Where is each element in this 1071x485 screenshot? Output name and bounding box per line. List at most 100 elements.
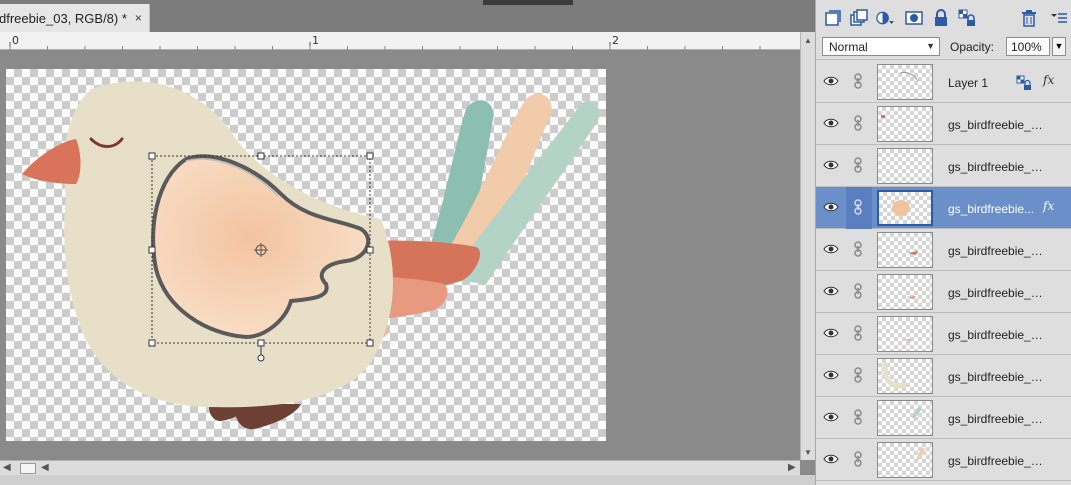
visibility-eye-icon[interactable] — [823, 369, 839, 381]
layer-thumbnail-art — [906, 296, 916, 299]
photo-editor-window: dfreebie_03, RGB/8) * × 0 1 2 ▲ ▼ ◀ ◀ ▶ … — [0, 0, 1071, 485]
adjustment-layer-icon[interactable] — [876, 9, 894, 27]
link-layer-icon[interactable] — [852, 409, 864, 425]
document-tab[interactable]: dfreebie_03, RGB/8) * × — [0, 4, 150, 32]
scroll-thumb[interactable] — [20, 463, 36, 474]
layer-thumbnail[interactable] — [877, 64, 933, 100]
link-layer-icon[interactable] — [852, 157, 864, 173]
layer-name[interactable]: gs_birdfreebie_08 — [948, 412, 1044, 426]
layer-name[interactable]: gs_birdfreebie_09 — [948, 454, 1044, 468]
link-layer-icon[interactable] — [852, 199, 864, 215]
link-layer-icon[interactable] — [852, 451, 864, 467]
layer-name[interactable]: gs_birdfreebie... — [948, 202, 1044, 216]
delete-layer-icon[interactable] — [1020, 9, 1038, 27]
opacity-label: Opacity: — [950, 40, 995, 54]
layer-name[interactable]: gs_birdfreebie_01 — [948, 118, 1044, 132]
layer-thumbnail-art — [908, 251, 918, 255]
new-group-icon[interactable] — [850, 9, 868, 27]
blend-mode-select[interactable]: Normal ▼ — [822, 37, 940, 56]
layer-thumbnail[interactable] — [877, 274, 933, 310]
layer-row[interactable]: gs_birdfreebie_01 — [816, 103, 1071, 145]
panel-menu-icon[interactable] — [1050, 9, 1068, 27]
link-layer-icon[interactable] — [852, 73, 864, 89]
lock-transparency-icon[interactable] — [958, 9, 976, 27]
close-tab-icon[interactable]: × — [135, 11, 142, 25]
layer-thumbnail-art — [899, 72, 919, 82]
scroll-right-icon[interactable]: ▶ — [788, 462, 796, 473]
ruler-label-2: 2 — [612, 34, 619, 47]
layer-thumbnail[interactable] — [877, 316, 933, 352]
link-layer-icon[interactable] — [852, 115, 864, 131]
link-layer-icon[interactable] — [852, 325, 864, 341]
document-image[interactable] — [6, 69, 606, 441]
layer-thumbnail[interactable] — [877, 232, 933, 268]
ruler-label-0: 0 — [12, 34, 19, 47]
layer-effects-icon[interactable]: fx — [1043, 73, 1054, 87]
scroll-down-icon[interactable]: ▼ — [804, 448, 812, 457]
lock-all-icon[interactable] — [932, 9, 950, 27]
layer-row[interactable]: gs_birdfreebie_05 — [816, 271, 1071, 313]
scroll-up-icon[interactable]: ▲ — [804, 36, 812, 45]
horizontal-scrollbar[interactable]: ◀ ◀ ▶ — [0, 460, 800, 475]
layer-thumbnail[interactable] — [877, 358, 933, 394]
layer-thumbnail[interactable] — [877, 106, 933, 142]
ruler-label-1: 1 — [312, 34, 319, 47]
link-layer-icon[interactable] — [852, 367, 864, 383]
layer-name[interactable]: gs_birdfreebie_02 — [948, 160, 1044, 174]
lock-transparency-badge-icon — [1016, 75, 1031, 90]
layer-name[interactable]: gs_birdfreebie_06 — [948, 328, 1044, 342]
new-layer-icon[interactable] — [824, 9, 842, 27]
layer-thumbnail-art — [892, 200, 910, 216]
layer-row[interactable]: gs_birdfreebie_06 — [816, 313, 1071, 355]
chevron-down-icon: ▼ — [926, 41, 935, 51]
visibility-eye-icon[interactable] — [823, 201, 839, 213]
layer-thumbnail-art — [912, 407, 922, 419]
layer-list: Layer 1 fx gs_birdfreebie_01 gs_birdfreebie… — [816, 61, 1071, 485]
layer-thumbnail[interactable] — [877, 148, 933, 184]
bird-foot-right — [235, 404, 301, 430]
layers-panel: Normal ▼ Opacity: 100% ▼ Layer 1 fx gs_bir… — [815, 0, 1071, 485]
link-layer-icon[interactable] — [852, 241, 864, 257]
link-layer-icon[interactable] — [852, 283, 864, 299]
visibility-eye-icon[interactable] — [823, 75, 839, 87]
visibility-eye-icon[interactable] — [823, 411, 839, 423]
vertical-scrollbar[interactable]: ▲ ▼ — [800, 32, 815, 460]
bird-artwork[interactable] — [6, 69, 606, 441]
opacity-input[interactable]: 100% — [1006, 37, 1050, 56]
layer-thumbnail[interactable] — [877, 400, 933, 436]
tab-bar-strip — [483, 0, 573, 5]
bird-beak — [22, 139, 81, 184]
scroll-left-icon[interactable]: ◀ — [3, 462, 11, 473]
ruler-ticks — [9, 42, 761, 50]
layer-thumbnail-art — [916, 447, 925, 461]
layer-name[interactable]: gs_birdfreebie_05 — [948, 286, 1044, 300]
layer-row[interactable]: gs_birdfreebie_02 — [816, 145, 1071, 187]
document-tab-title: dfreebie_03, RGB/8) * — [0, 10, 127, 26]
visibility-eye-icon[interactable] — [823, 117, 839, 129]
visibility-eye-icon[interactable] — [823, 327, 839, 339]
status-bar — [0, 475, 815, 485]
visibility-eye-icon[interactable] — [823, 285, 839, 297]
blend-options-row: Normal ▼ Opacity: 100% ▼ — [816, 34, 1071, 60]
layer-row[interactable]: gs_birdfreebie_07 — [816, 355, 1071, 397]
layer-mask-icon[interactable] — [905, 9, 923, 27]
scroll-left-arrow-icon[interactable]: ◀ — [41, 462, 49, 473]
layer-row[interactable]: gs_birdfreebie_04 — [816, 229, 1071, 271]
layer-thumbnail[interactable] — [877, 190, 933, 226]
layer-row[interactable]: gs_birdfreebie_08 — [816, 397, 1071, 439]
layer-row[interactable]: gs_birdfreebie... fx — [816, 187, 1071, 229]
layer-thumbnail[interactable] — [877, 442, 933, 478]
layer-name[interactable]: gs_birdfreebie_04 — [948, 244, 1044, 258]
visibility-eye-icon[interactable] — [823, 243, 839, 255]
layer-row[interactable]: gs_birdfreebie_09 — [816, 439, 1071, 481]
opacity-dropdown-icon[interactable]: ▼ — [1052, 37, 1066, 56]
layer-thumbnail-art — [882, 362, 907, 389]
canvas-area[interactable] — [0, 50, 800, 460]
blend-mode-value: Normal — [829, 40, 868, 54]
layer-effects-icon[interactable]: fx — [1043, 199, 1054, 213]
layer-name[interactable]: gs_birdfreebie_07 — [948, 370, 1044, 384]
layer-thumbnail-art — [904, 339, 912, 342]
layer-row[interactable]: Layer 1 fx — [816, 61, 1071, 103]
visibility-eye-icon[interactable] — [823, 453, 839, 465]
visibility-eye-icon[interactable] — [823, 159, 839, 171]
